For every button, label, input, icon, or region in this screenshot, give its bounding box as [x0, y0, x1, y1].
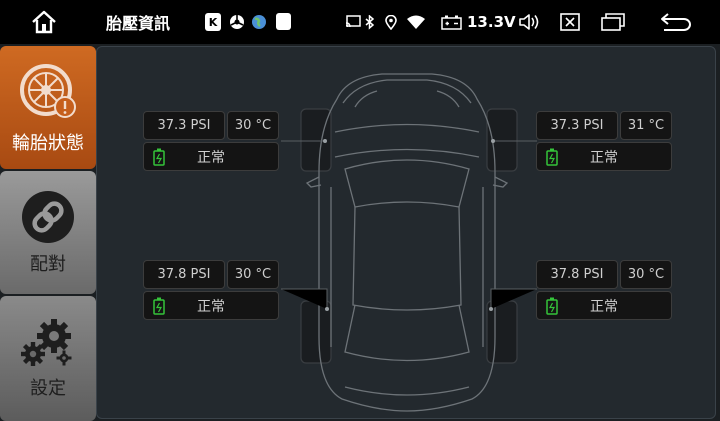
pressure-value: 37.8 PSI: [143, 260, 225, 289]
cast-icon: [344, 0, 362, 44]
temperature-value: 30 °C: [620, 260, 672, 289]
sidebar-item-tire-status[interactable]: 輪胎狀態: [0, 46, 96, 169]
back-button[interactable]: [658, 0, 694, 44]
pressure-value: 37.8 PSI: [536, 260, 618, 289]
close-window-icon: [560, 13, 580, 31]
multi-window-icon: [601, 13, 625, 31]
location-icon: [384, 0, 398, 44]
tire-icon: [20, 63, 76, 118]
sidebar-item-settings[interactable]: 設定: [0, 296, 96, 421]
temperature-value: 30 °C: [227, 111, 279, 140]
app-title: 胎壓資訊: [106, 14, 171, 33]
sidebar-item-label: 配對: [30, 253, 66, 275]
globe-icon: [251, 13, 267, 31]
pressure-value: 37.3 PSI: [143, 111, 225, 140]
status-bar: 胎壓資訊 K 13.3V: [0, 0, 720, 44]
status-box: 正常: [536, 291, 672, 320]
sidebar: 輪胎狀態 配對 設定: [0, 44, 96, 421]
bluetooth-icon: [364, 0, 376, 44]
voltage-label: 13.3V: [467, 13, 516, 31]
status-text: 正常: [590, 298, 618, 315]
status-text: 正常: [590, 149, 618, 166]
wifi-icon: [406, 0, 426, 44]
k-app-letter: K: [208, 15, 218, 29]
status-box: 正常: [143, 291, 279, 320]
car-illustration: [281, 73, 537, 412]
tire-front-left: 37.3 PSI 30 °C 正常: [143, 111, 279, 171]
sidebar-item-label: 輪胎狀態: [12, 132, 84, 154]
tire-rear-left: 37.8 PSI 30 °C 正常: [143, 260, 279, 320]
link-icon: [22, 190, 74, 243]
gears-icon: [21, 318, 72, 366]
status-text: 正常: [197, 298, 225, 315]
close-window-button[interactable]: [558, 0, 582, 44]
home-button[interactable]: [24, 0, 64, 44]
sidebar-item-pairing[interactable]: 配對: [0, 171, 96, 294]
notification-square-icon: [276, 13, 291, 30]
back-icon: [661, 13, 691, 31]
steering-wheel-icon: [229, 13, 245, 31]
temperature-value: 30 °C: [227, 260, 279, 289]
battery-icon: [441, 15, 462, 30]
tire-rear-right: 37.8 PSI 30 °C 正常: [536, 260, 672, 320]
status-text: 正常: [197, 149, 225, 166]
temperature-value: 31 °C: [620, 111, 672, 140]
home-icon: [32, 10, 56, 34]
multi-window-button[interactable]: [600, 0, 626, 44]
tire-front-right: 37.3 PSI 31 °C 正常: [536, 111, 672, 171]
volume-button[interactable]: [517, 0, 541, 44]
battery-voltage: 13.3V: [441, 0, 516, 44]
volume-icon: [519, 14, 539, 30]
pressure-value: 37.3 PSI: [536, 111, 618, 140]
sidebar-item-label: 設定: [30, 377, 66, 399]
status-box: 正常: [143, 142, 279, 171]
tire-status-panel: 37.3 PSI 30 °C 正常 37.3 PSI 31 °C 正常 37.8…: [96, 46, 716, 419]
status-box: 正常: [536, 142, 672, 171]
k-app-icon: K: [205, 13, 221, 31]
